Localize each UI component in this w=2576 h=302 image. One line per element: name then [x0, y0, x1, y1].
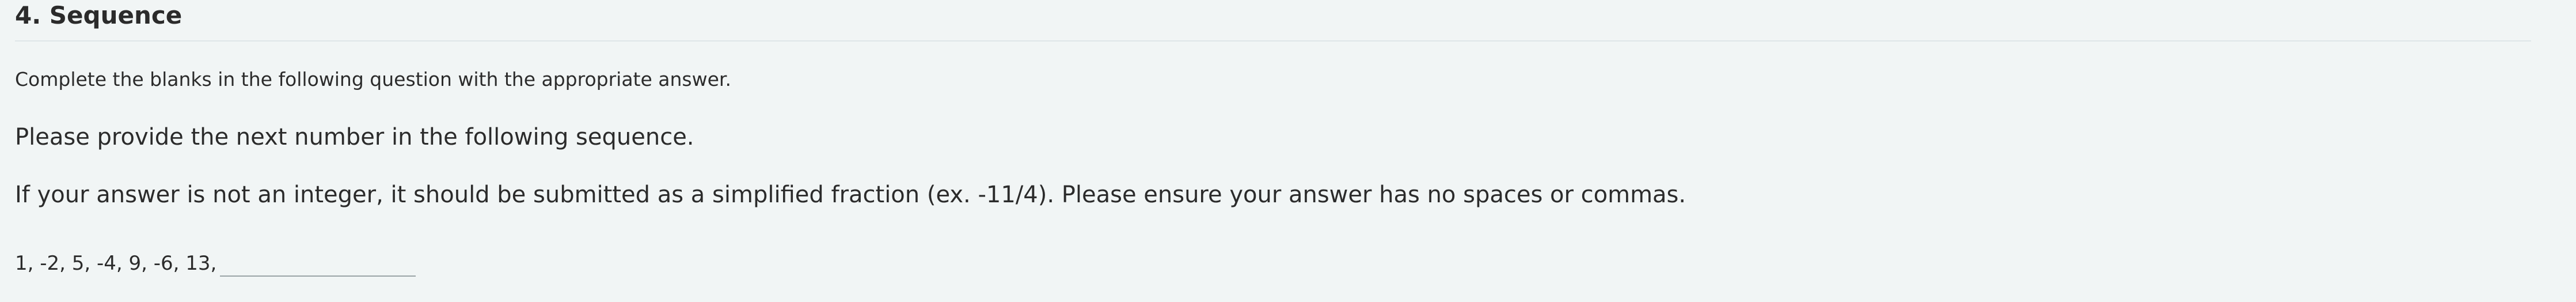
- question-prompt: Please provide the next number in the fo…: [15, 124, 694, 150]
- question-instruction: Complete the blanks in the following que…: [15, 68, 731, 90]
- question-note: If your answer is not an integer, it sho…: [15, 182, 1686, 208]
- sequence-row: 1, -2, 5, -4, 9, -6, 13,: [15, 250, 416, 277]
- title-divider: [15, 40, 2531, 41]
- answer-input[interactable]: [220, 254, 416, 277]
- section-title: 4. Sequence: [15, 1, 183, 29]
- question-page: 4. Sequence Complete the blanks in the f…: [0, 0, 2576, 302]
- sequence-text: 1, -2, 5, -4, 9, -6, 13,: [15, 252, 217, 275]
